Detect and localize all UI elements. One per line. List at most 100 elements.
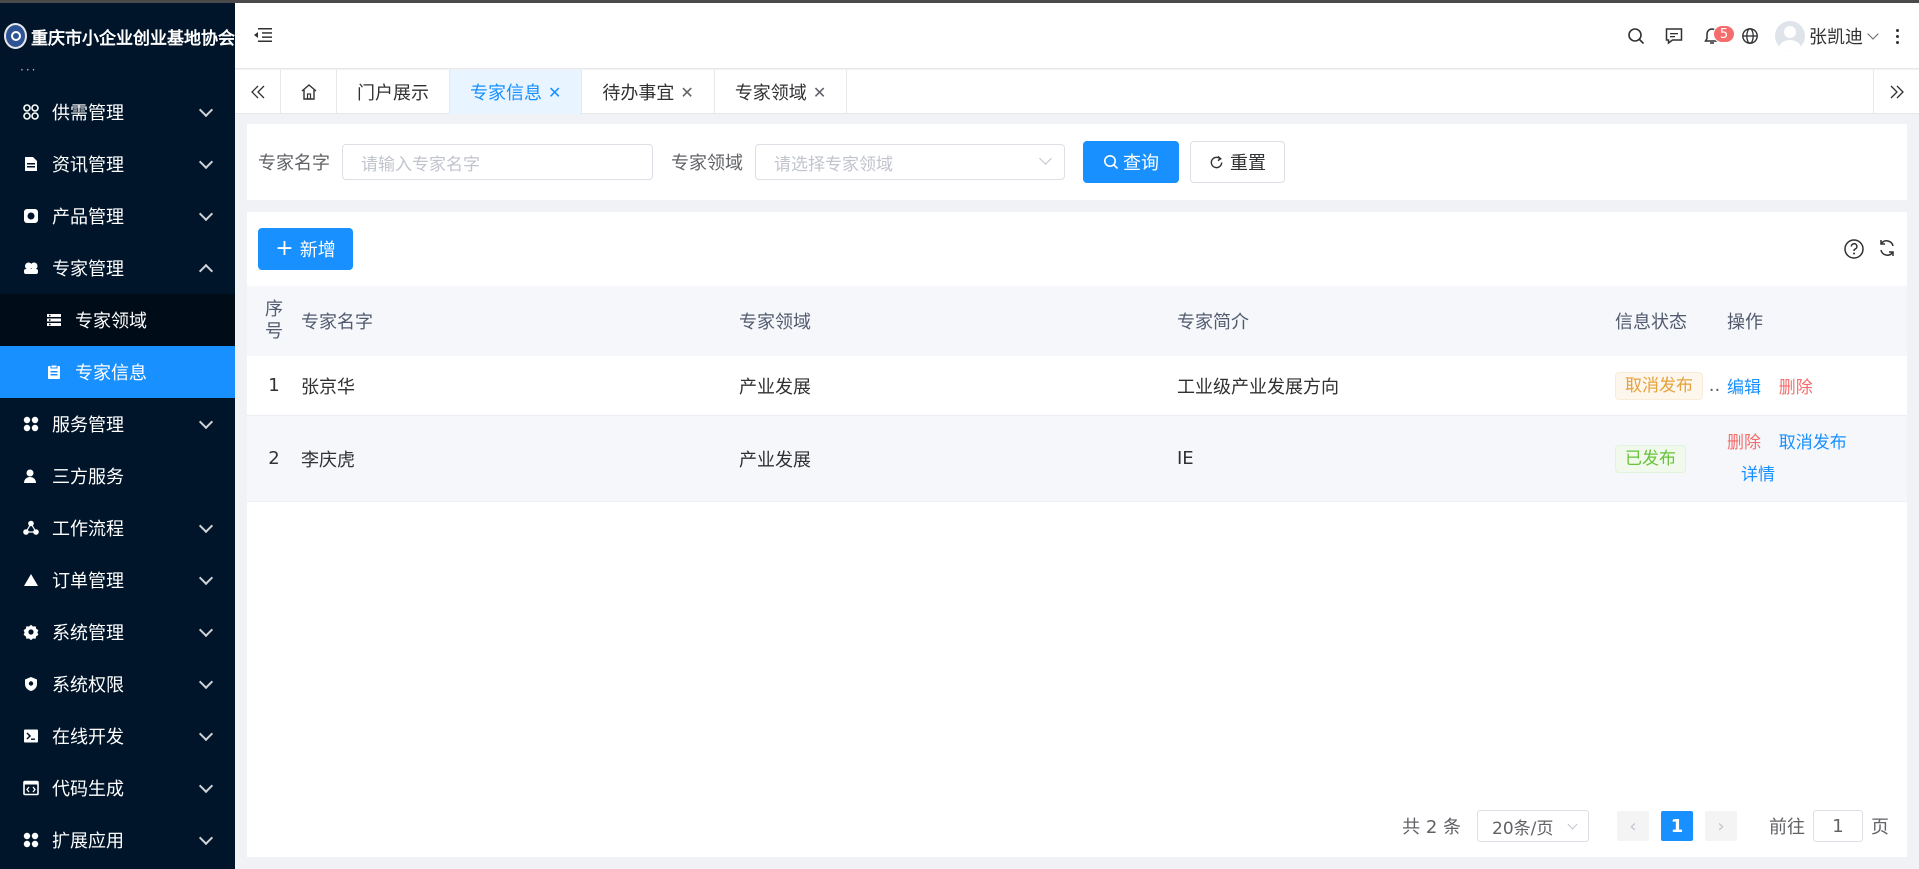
status-badge: 已发布 xyxy=(1615,444,1686,473)
sidebar-item-online-dev[interactable]: 在线开发 xyxy=(0,710,235,762)
sidebar-item-label: 专家管理 xyxy=(52,259,124,280)
sidebar-item-label: 系统管理 xyxy=(52,623,124,644)
pagination: 共 2 条 20条/页 ‹ 1 › 前往 1 页 xyxy=(1402,810,1889,842)
sidebar-item-third-party[interactable]: 三方服务 xyxy=(0,450,235,502)
sidebar-item-label: 服务管理 xyxy=(52,415,124,436)
chevron-down-icon xyxy=(198,570,214,586)
chevron-down-icon xyxy=(198,830,214,846)
home-icon[interactable] xyxy=(281,70,337,114)
sidebar-item-codegen[interactable]: 代码生成 xyxy=(0,762,235,814)
clipboard-icon xyxy=(45,363,63,381)
triangle-icon xyxy=(22,571,40,589)
delete-link[interactable]: 删除 xyxy=(1727,433,1761,453)
sidebar-item-label: 三方服务 xyxy=(52,467,124,488)
sidebar-item-order[interactable]: 订单管理 xyxy=(0,554,235,606)
sidebar-item-supply[interactable]: 供需管理 xyxy=(0,86,235,138)
sidebar-item-label: 资讯管理 xyxy=(52,155,124,176)
detail-link[interactable]: 详情 xyxy=(1741,465,1775,485)
cell-status: 已发布 xyxy=(1615,444,1727,473)
chevron-down-icon xyxy=(198,726,214,742)
sidebar-item-expert[interactable]: 专家管理 xyxy=(0,242,235,294)
search-panel: 专家名字 请输入专家名字 专家领域 请选择专家领域 查询 重置 xyxy=(247,124,1907,200)
chevron-down-icon xyxy=(198,674,214,690)
sidebar-item-product[interactable]: 产品管理 xyxy=(0,190,235,242)
sidebar-menu: 供需管理 资讯管理 产品管理 专家管理 专家领域 专家信息 服务管理 三方服务 … xyxy=(0,86,235,866)
chevron-down-icon xyxy=(198,518,214,534)
reset-button-label: 重置 xyxy=(1230,153,1266,174)
table-row[interactable]: 1 张京华 产业发展 工业级产业发展方向 取消发布 .. 编辑 删除 xyxy=(247,356,1907,416)
col-status: 信息状态 xyxy=(1615,312,1687,333)
table-row[interactable]: 2 李庆虎 产业发展 IE 已发布 删除 取消发布 详情 xyxy=(247,416,1907,502)
expert-name-input[interactable]: 请输入专家名字 xyxy=(342,144,653,180)
search-icon xyxy=(1104,155,1119,170)
sidebar-item-workflow[interactable]: 工作流程 xyxy=(0,502,235,554)
tabs-bar: 门户展示 专家信息 ✕ 待办事宜 ✕ 专家领域 ✕ xyxy=(235,70,1919,114)
refresh-icon[interactable] xyxy=(1877,238,1897,258)
tab-expert-field[interactable]: 专家领域 ✕ xyxy=(715,70,848,114)
avatar xyxy=(1775,21,1805,51)
tab-portal[interactable]: 门户展示 xyxy=(337,70,450,114)
cell-index: 1 xyxy=(268,375,280,396)
chevron-down-icon xyxy=(1867,28,1879,40)
close-icon[interactable]: ✕ xyxy=(813,83,826,102)
add-button[interactable]: + 新增 xyxy=(258,228,353,270)
terminal-icon xyxy=(22,727,40,745)
tab-label: 待办事宜 xyxy=(602,83,675,104)
col-field: 专家领域 xyxy=(739,312,811,333)
sidebar-item-news[interactable]: 资讯管理 xyxy=(0,138,235,190)
sidebar: 重庆市小企业创业基地协会 ··· 供需管理 资讯管理 产品管理 专家管理 专家领… xyxy=(0,3,235,869)
chevron-up-icon xyxy=(198,263,214,279)
tabs-scroll-right-icon[interactable] xyxy=(1873,70,1919,114)
next-page-button[interactable]: › xyxy=(1705,811,1737,841)
menu-fold-icon[interactable] xyxy=(253,27,273,48)
association-logo-icon xyxy=(4,23,27,49)
sidebar-item-label: 供需管理 xyxy=(52,103,124,124)
sidebar-item-label: 专家领域 xyxy=(75,311,147,332)
search-icon[interactable] xyxy=(1617,17,1655,55)
sidebar-item-expert-field[interactable]: 专家领域 xyxy=(0,294,235,346)
sidebar-item-label: 代码生成 xyxy=(52,779,124,800)
tab-label: 专家信息 xyxy=(470,83,542,104)
delete-link[interactable]: 删除 xyxy=(1779,378,1813,398)
sidebar-item-permission[interactable]: 系统权限 xyxy=(0,658,235,710)
chevron-down-icon xyxy=(198,622,214,638)
sidebar-item-expert-info[interactable]: 专家信息 xyxy=(0,346,235,398)
help-icon[interactable] xyxy=(1843,238,1865,260)
sidebar-item-extension[interactable]: 扩展应用 xyxy=(0,814,235,866)
expert-name-label: 专家名字 xyxy=(258,153,330,174)
page-size-select[interactable]: 20条/页 xyxy=(1477,810,1589,842)
close-icon[interactable]: ✕ xyxy=(548,83,561,102)
edit-link[interactable]: 编辑 xyxy=(1727,378,1761,398)
unpublish-link[interactable]: 取消发布 xyxy=(1779,433,1847,453)
refresh-icon xyxy=(1210,155,1223,168)
globe-icon[interactable] xyxy=(1731,17,1769,55)
cell-ops: 删除 取消发布 详情 xyxy=(1727,427,1907,491)
reset-button[interactable]: 重置 xyxy=(1190,141,1285,183)
tabs-scroll-left-icon[interactable] xyxy=(235,70,281,114)
chevron-down-icon xyxy=(1567,819,1578,830)
close-icon[interactable]: ✕ xyxy=(680,83,693,102)
query-button[interactable]: 查询 xyxy=(1083,141,1179,183)
apps-icon xyxy=(22,831,40,849)
prev-page-button[interactable]: ‹ xyxy=(1617,811,1649,841)
sidebar-item-label: 扩展应用 xyxy=(52,831,124,852)
more-vertical-icon[interactable] xyxy=(1885,28,1909,44)
page-number-current[interactable]: 1 xyxy=(1661,811,1693,841)
expert-field-select[interactable]: 请选择专家领域 xyxy=(755,144,1065,180)
sidebar-item-label: 在线开发 xyxy=(52,727,124,748)
apps-icon xyxy=(22,415,40,433)
input-placeholder: 请输入专家名字 xyxy=(361,154,480,175)
user-menu[interactable]: 张凯迪 xyxy=(1775,21,1879,51)
message-icon[interactable] xyxy=(1655,17,1693,55)
sidebar-item-system[interactable]: 系统管理 xyxy=(0,606,235,658)
status-badge: 取消发布 xyxy=(1615,371,1703,400)
tab-expert-info[interactable]: 专家信息 ✕ xyxy=(450,70,583,114)
cell-status: 取消发布 .. xyxy=(1615,371,1727,400)
bell-icon[interactable]: 5 xyxy=(1693,17,1735,55)
tab-todo[interactable]: 待办事宜 ✕ xyxy=(582,70,715,114)
goto-page-input[interactable]: 1 xyxy=(1813,810,1863,842)
flow-icon xyxy=(22,519,40,537)
brand[interactable]: 重庆市小企业创业基地协会 xyxy=(0,3,235,69)
sidebar-item-service[interactable]: 服务管理 xyxy=(0,398,235,450)
grid-icon xyxy=(22,103,40,121)
